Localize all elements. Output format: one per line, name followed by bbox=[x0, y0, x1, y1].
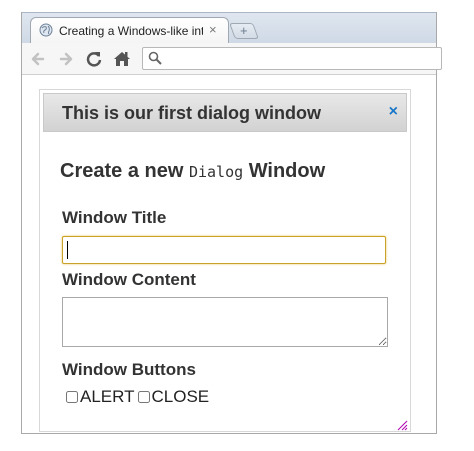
page-viewport: This is our first dialog window × Create… bbox=[22, 75, 436, 433]
alert-label: ALERT bbox=[80, 387, 135, 406]
forward-arrow-icon[interactable] bbox=[56, 49, 76, 69]
close-label: CLOSE bbox=[151, 387, 210, 406]
heading-prefix: Create a new bbox=[60, 160, 184, 182]
new-tab-button[interactable]: + bbox=[229, 23, 259, 39]
heading-code: Dialog bbox=[188, 163, 244, 181]
browser-window: Creating a Windows-like int × + This is … bbox=[21, 12, 442, 434]
search-icon bbox=[148, 51, 162, 70]
window-content-textarea[interactable] bbox=[62, 297, 388, 347]
dialog-window: This is our first dialog window × Create… bbox=[39, 89, 411, 432]
reload-icon[interactable] bbox=[84, 49, 104, 69]
form-heading: Create a new Dialog Window bbox=[60, 160, 325, 183]
dialog-title: This is our first dialog window bbox=[62, 103, 322, 123]
window-title-label: Window Title bbox=[62, 208, 167, 227]
window-buttons-options: ALERT CLOSE bbox=[66, 387, 212, 407]
window-title-input[interactable] bbox=[62, 236, 386, 264]
back-arrow-icon[interactable] bbox=[28, 49, 48, 69]
plus-icon: + bbox=[240, 23, 248, 38]
close-option[interactable]: CLOSE bbox=[137, 387, 210, 407]
window-buttons-label: Window Buttons bbox=[62, 360, 196, 379]
tab-title: Creating a Windows-like int bbox=[59, 24, 203, 38]
close-icon[interactable]: × bbox=[389, 104, 398, 120]
window-content-label: Window Content bbox=[62, 270, 196, 289]
resize-handle-icon[interactable] bbox=[397, 418, 408, 431]
address-input[interactable] bbox=[167, 50, 441, 69]
alert-option[interactable]: ALERT bbox=[66, 387, 135, 407]
dialog-titlebar[interactable]: This is our first dialog window × bbox=[43, 93, 407, 132]
heading-suffix: Window bbox=[248, 160, 326, 182]
close-checkbox[interactable] bbox=[137, 391, 150, 403]
alert-checkbox[interactable] bbox=[66, 391, 78, 403]
text-caret bbox=[67, 241, 68, 259]
browser-tab[interactable]: Creating a Windows-like int × bbox=[30, 17, 229, 44]
home-icon[interactable] bbox=[112, 49, 132, 69]
tab-close-icon[interactable]: × bbox=[209, 22, 217, 37]
address-bar[interactable] bbox=[142, 47, 442, 70]
browser-tab-strip: Creating a Windows-like int × + bbox=[22, 12, 436, 44]
globe-icon bbox=[39, 23, 53, 37]
browser-toolbar bbox=[22, 43, 442, 75]
